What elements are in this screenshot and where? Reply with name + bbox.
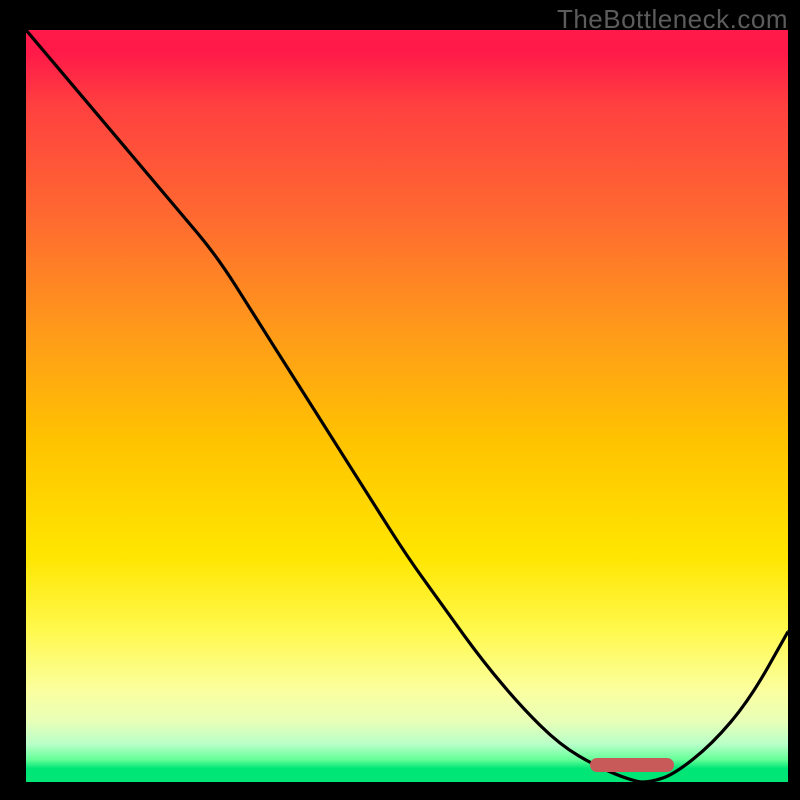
chart-frame: TheBottleneck.com: [0, 0, 800, 800]
plot-area: [26, 30, 788, 782]
watermark-text: TheBottleneck.com: [557, 4, 788, 35]
curve-path: [26, 30, 788, 782]
bottleneck-curve: [26, 30, 788, 782]
optimum-range-marker: [590, 758, 674, 772]
